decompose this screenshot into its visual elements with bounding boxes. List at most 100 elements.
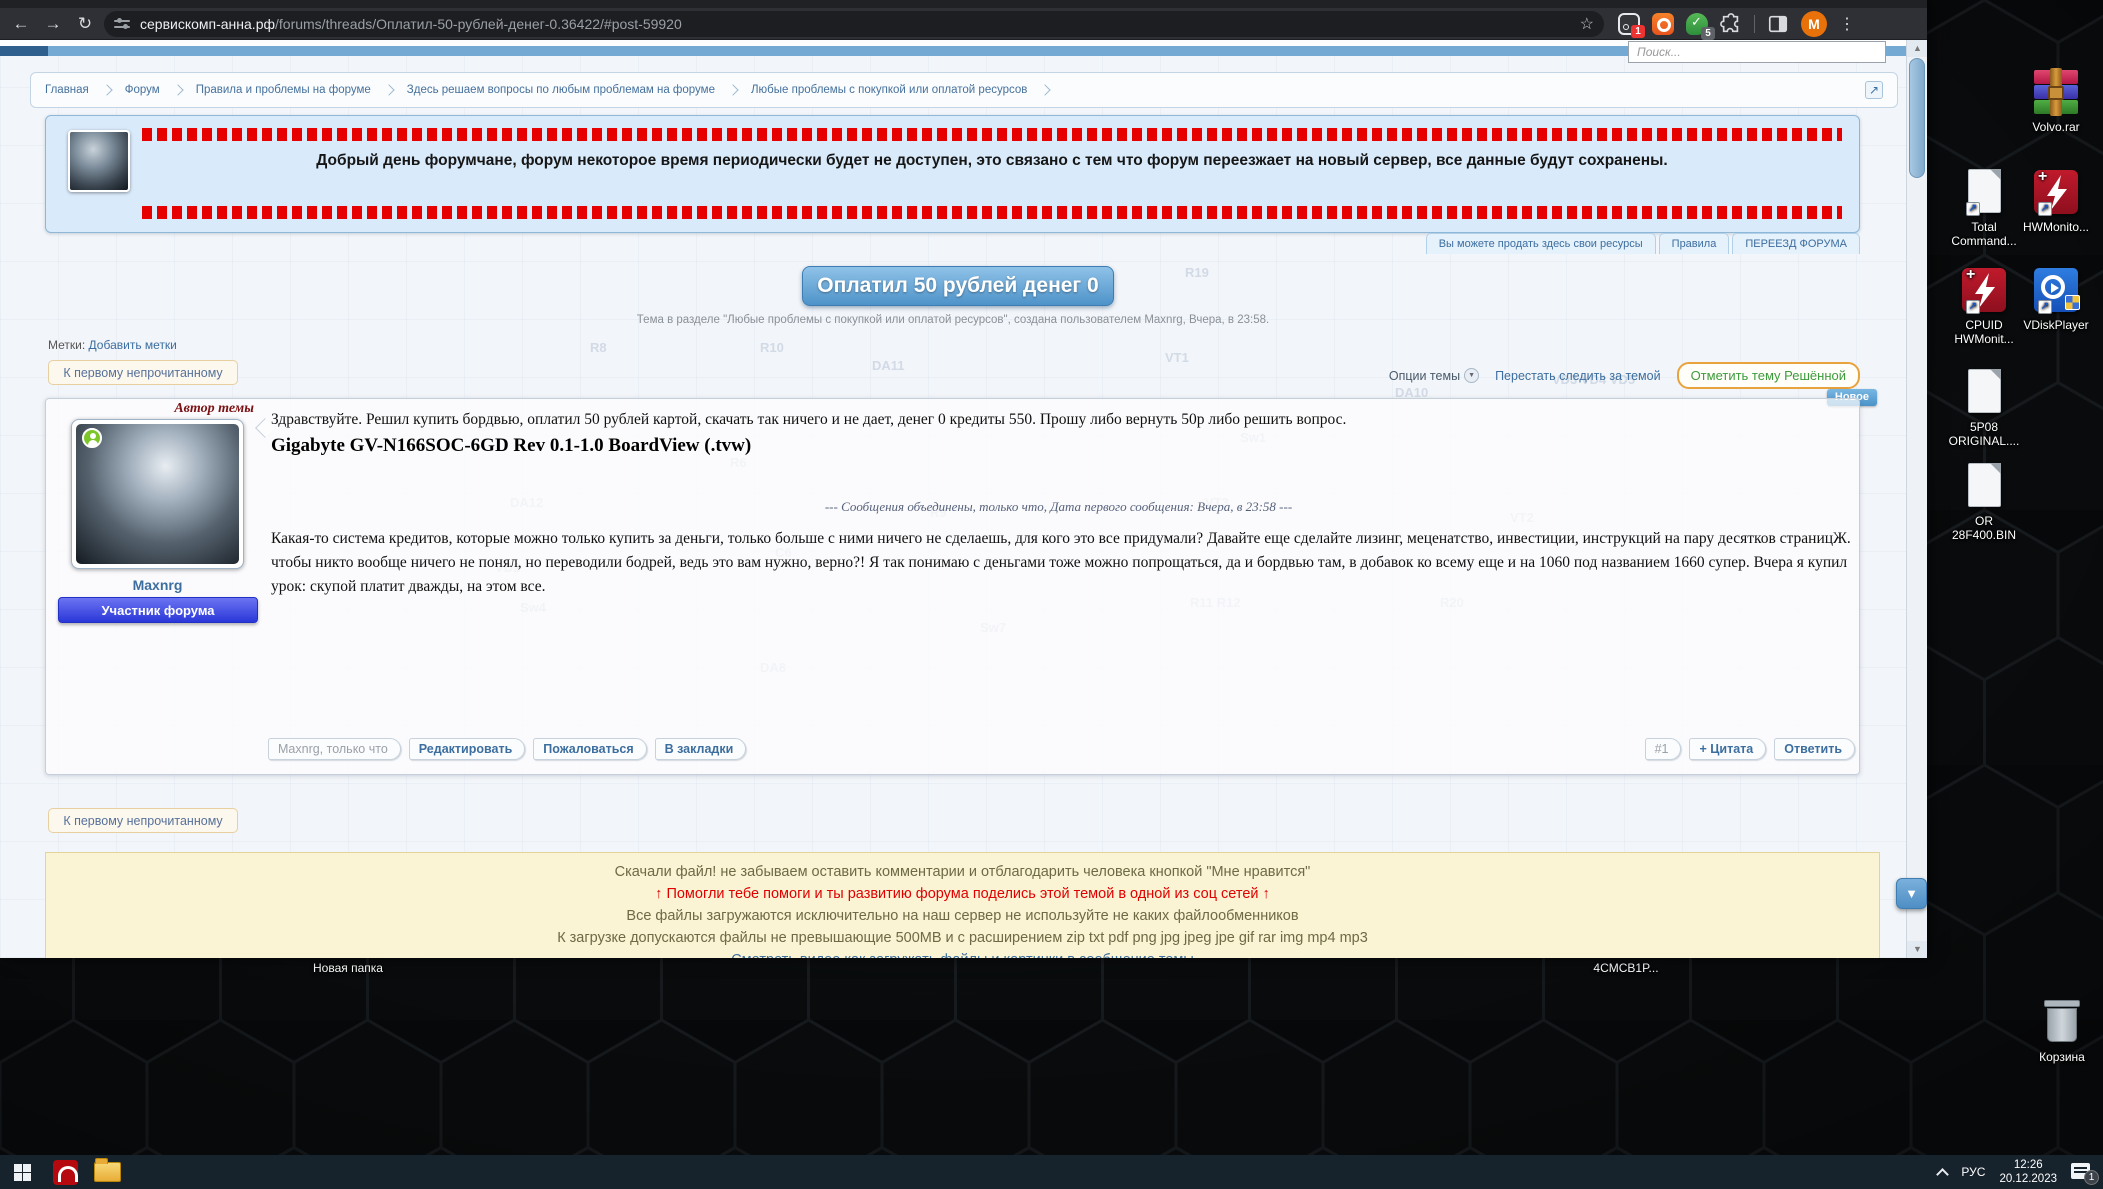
breadcrumb-current[interactable]: Любые проблемы с покупкой или оплатой ре… — [751, 84, 1027, 96]
desktop-icon-label: VDiskPlayer — [2023, 318, 2088, 332]
author-username[interactable]: Maxnrg — [71, 577, 244, 593]
address-bar[interactable]: сервискомп-анна.рф /forums/threads/Оплат… — [104, 11, 1604, 37]
desktop-icon-volvo-rar[interactable]: Volvo.rar — [2010, 68, 2102, 134]
thread-options-dropdown[interactable]: Опции темы ▼ — [1389, 368, 1479, 383]
desktop-icon-vdiskplayer[interactable]: ↗ VDiskPlayer — [2010, 266, 2102, 332]
hidden-icons-chevron[interactable] — [1937, 1168, 1950, 1181]
notice-line: К загрузке допускаются файлы не превышаю… — [46, 927, 1879, 949]
tab-forum-move[interactable]: ПЕРЕЕЗД ФОРУМА — [1732, 233, 1860, 254]
download-notice-box: Скачали файл! не забываем оставить комме… — [45, 852, 1880, 958]
notification-center-icon[interactable]: 1 — [2071, 1162, 2093, 1182]
mark-solved-button[interactable]: Отметить тему Решённой — [1677, 362, 1860, 389]
desktop-icon-label-behind-window[interactable]: 4CMCB1P... — [1566, 961, 1686, 975]
post-text-line1: Здравствуйте. Решил купить бордвью, опла… — [271, 411, 1846, 429]
quote-button[interactable]: + Цитата — [1689, 738, 1766, 760]
date: 20.12.2023 — [1999, 1173, 2057, 1185]
chevron-down-icon: ▼ — [1464, 368, 1479, 383]
desktop-screen: Volvo.rar ↗ Total Command... + ↗ HWMonit… — [0, 0, 2103, 1189]
extension-icon-1[interactable]: 1 — [1618, 13, 1640, 35]
forward-button[interactable]: → — [40, 11, 66, 37]
post-meta: Maxnrg, только что — [268, 738, 401, 760]
announcement-text: Добрый день форумчане, форум некоторое в… — [142, 152, 1842, 170]
add-tags-link[interactable]: Добавить метки — [89, 338, 177, 352]
breadcrumb-rules[interactable]: Правила и проблемы на форуме — [196, 84, 371, 96]
shortcut-arrow-icon: ↗ — [2038, 300, 2052, 314]
page-scrollbar[interactable]: ▲ ▼ — [1906, 40, 1927, 958]
winrar-archive-icon — [2032, 68, 2080, 116]
desktop-icon-or-28f400[interactable]: OR 28F400.BIN — [1938, 462, 2030, 542]
taskbar-acrobat[interactable] — [44, 1155, 86, 1189]
back-button[interactable]: ← — [8, 11, 34, 37]
forum-page: DA12VT3 R19DA11 VD3 VD4 VD5R10 Sw1DA10 R… — [0, 40, 1927, 958]
desktop-icon-hwmonitor[interactable]: + ↗ HWMonito... — [2010, 168, 2102, 234]
breadcrumb-forum[interactable]: Форум — [125, 84, 160, 96]
bookmark-star-icon[interactable]: ☆ — [1580, 14, 1594, 34]
scrollbar-thumb[interactable] — [1909, 58, 1925, 178]
desktop-icon-label-2: ORIGINAL.... — [1938, 434, 2030, 448]
breadcrumb-section[interactable]: Здесь решаем вопросы по любым проблемам … — [407, 84, 715, 96]
breadcrumb-jump-icon[interactable]: ↗ — [1865, 81, 1883, 99]
reload-button[interactable]: ↻ — [72, 11, 98, 37]
post-footer: Maxnrg, только что Редактировать Пожалов… — [268, 738, 1855, 760]
online-status-icon — [82, 428, 102, 448]
extension-icon-2[interactable] — [1652, 13, 1674, 35]
shortcut-arrow-icon: ↗ — [1966, 300, 1980, 314]
scrollbar-down-arrow[interactable]: ▼ — [1907, 941, 1927, 958]
language-indicator[interactable]: РУС — [1961, 1165, 1985, 1179]
forum-post: Автор темы Maxnrg Участник форума Здравс… — [45, 398, 1860, 775]
taskbar-explorer[interactable] — [86, 1155, 128, 1189]
tab-rules[interactable]: Правила — [1659, 233, 1730, 254]
edit-button[interactable]: Редактировать — [409, 738, 525, 760]
unwatch-thread-link[interactable]: Перестать следить за темой — [1495, 369, 1661, 383]
desktop-icon-recycle-bin[interactable]: Корзина — [2016, 998, 2103, 1064]
extensions-puzzle-icon[interactable] — [1720, 13, 1742, 35]
notification-badge: 1 — [2084, 1170, 2099, 1185]
notice-line: Скачали файл! не забываем оставить комме… — [46, 861, 1879, 883]
shortcut-arrow-icon: ↗ — [1966, 202, 1980, 216]
recycle-bin-icon — [2038, 998, 2086, 1046]
tags-label: Метки: — [48, 338, 85, 352]
author-avatar[interactable] — [71, 419, 244, 569]
watch-video-link[interactable]: Смотреть видео как загружать файлы и кар… — [46, 949, 1879, 958]
reply-button[interactable]: Ответить — [1774, 738, 1855, 760]
thread-author-label: Автор темы — [136, 401, 254, 417]
desktop-icon-label: 5P08 — [1970, 420, 1998, 434]
desktop-icon-label-behind-window[interactable]: Новая папка — [288, 961, 408, 975]
clock[interactable]: 12:26 20.12.2023 — [1999, 1158, 2057, 1186]
side-panel-icon[interactable] — [1767, 13, 1789, 35]
browser-menu-icon[interactable]: ⋮ — [1839, 14, 1855, 34]
header-tabs: Вы можете продать здесь свои ресурсы Пра… — [45, 233, 1860, 254]
first-unread-button[interactable]: К первому непрочитанному — [48, 808, 238, 833]
browser-tab-strip — [0, 0, 1927, 8]
report-button[interactable]: Пожаловаться — [533, 738, 646, 760]
desktop-icon-label-2: 28F400.BIN — [1938, 528, 2030, 542]
url-host: сервискомп-анна.рф — [140, 16, 275, 32]
tab-sell-resources[interactable]: Вы можете продать здесь свои ресурсы — [1426, 233, 1656, 254]
notice-line-red: ↑ Помогли тебе помоги и ты развитию фору… — [46, 883, 1879, 905]
scroll-down-button[interactable]: ▼ — [1896, 878, 1927, 909]
vdiskplayer-icon: ↗ — [2032, 266, 2080, 314]
extension-icon-3[interactable]: 5 — [1686, 13, 1708, 35]
site-info-icon[interactable] — [114, 17, 130, 31]
first-unread-button[interactable]: К первому непрочитанному — [48, 360, 238, 385]
bookmark-button[interactable]: В закладки — [655, 738, 747, 760]
thread-controls: Опции темы ▼ Перестать следить за темой … — [1389, 362, 1860, 389]
taskbar: РУС 12:26 20.12.2023 1 — [0, 1155, 2103, 1189]
admin-avatar — [68, 130, 130, 192]
post-body-text: Какая-то система кредитов, которые можно… — [271, 527, 1861, 599]
desktop-icon-label: Корзина — [2039, 1050, 2085, 1064]
hwmonitor-icon: + ↗ — [2032, 168, 2080, 216]
desktop-icon-5p08-original[interactable]: 5P08 ORIGINAL.... — [1938, 368, 2030, 448]
post-number[interactable]: #1 — [1645, 738, 1682, 760]
time: 12:26 — [2014, 1159, 2043, 1171]
shortcut-arrow-icon: ↗ — [2038, 202, 2052, 216]
file-icon — [1960, 462, 2008, 510]
search-input[interactable] — [1628, 41, 1886, 63]
hwmonitor-icon: + ↗ — [1960, 266, 2008, 314]
acrobat-icon — [53, 1160, 78, 1185]
scrollbar-up-arrow[interactable]: ▲ — [1907, 40, 1927, 57]
breadcrumb-home[interactable]: Главная — [45, 84, 89, 96]
start-button[interactable] — [0, 1155, 44, 1189]
announcement-banner: Добрый день форумчане, форум некоторое в… — [45, 115, 1860, 233]
profile-avatar[interactable]: M — [1801, 11, 1827, 37]
